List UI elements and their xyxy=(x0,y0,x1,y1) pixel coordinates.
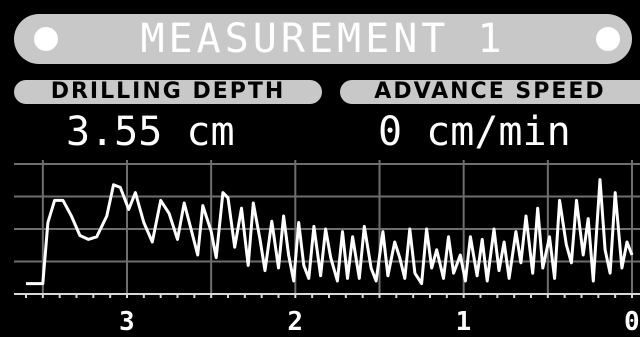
x-tick-label: 3 xyxy=(119,307,135,337)
advance-speed-label: ADVANCE SPEED xyxy=(374,79,606,104)
x-tick-label: 0 xyxy=(624,307,640,337)
x-tick-label: 1 xyxy=(455,307,472,337)
x-tick-label: 2 xyxy=(287,307,303,337)
advance-speed-label-pill: ADVANCE SPEED xyxy=(340,80,640,104)
depth-profile-chart xyxy=(14,160,640,298)
screen-title: MEASUREMENT 1 xyxy=(140,16,506,62)
right-indicator-dot xyxy=(596,27,620,51)
drilling-depth-label-pill: DRILLING DEPTH xyxy=(14,80,322,104)
title-bar: MEASUREMENT 1 xyxy=(14,14,632,64)
depth-profile-line xyxy=(26,178,634,286)
advance-speed-value: 0 cm/min xyxy=(378,109,571,155)
drilling-depth-value: 3.55 cm xyxy=(66,109,235,155)
drilling-depth-label: DRILLING DEPTH xyxy=(50,79,286,104)
